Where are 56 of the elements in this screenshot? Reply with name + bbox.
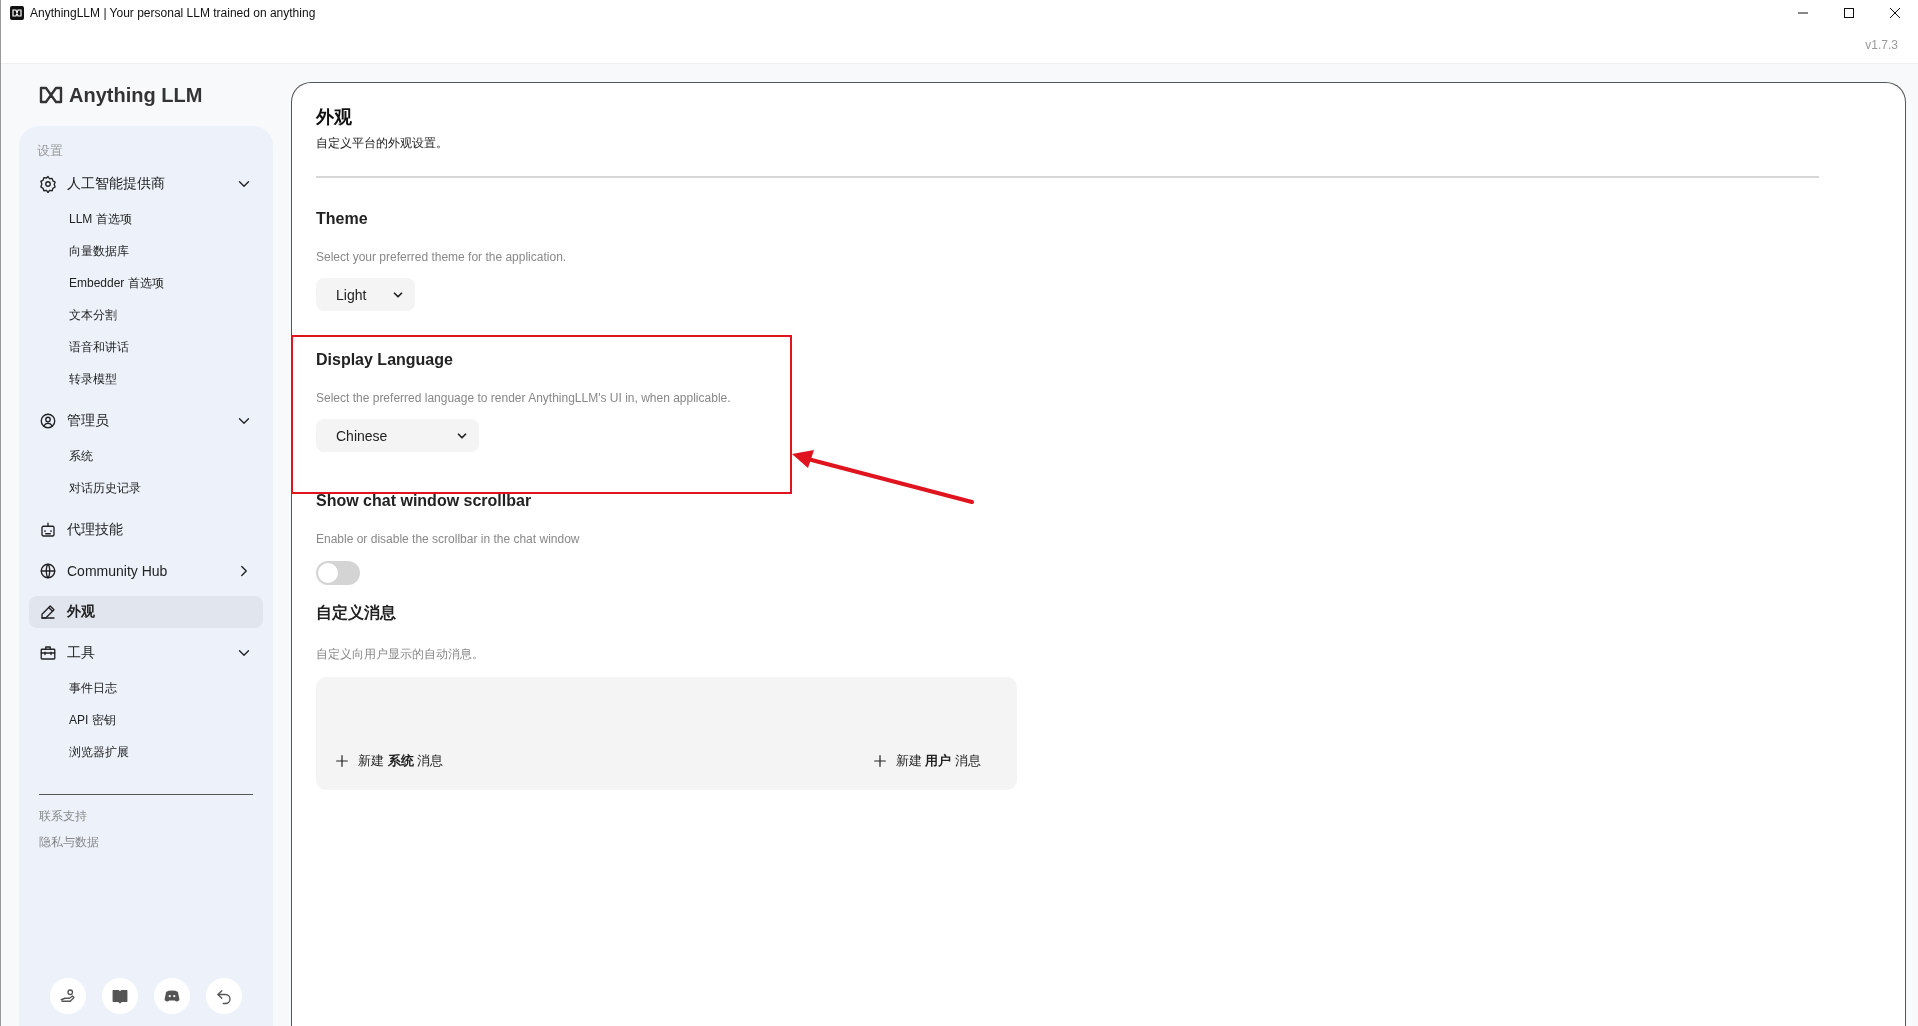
briefcase-icon	[39, 644, 57, 662]
new-message-button[interactable]: 新建 用户 消息	[871, 752, 981, 770]
undo-arrow-icon	[215, 987, 233, 1005]
setting-description: 自定义向用户显示的自动消息。	[316, 646, 485, 663]
community-button[interactable]	[154, 978, 190, 1014]
book-icon	[111, 987, 129, 1005]
toggle-switch[interactable]	[316, 561, 360, 585]
dropdown[interactable]: Light	[316, 278, 415, 311]
docs-button[interactable]	[102, 978, 138, 1014]
sidebar-subitem[interactable]: 语音和讲话	[29, 331, 263, 363]
sidebar-subitem[interactable]: API 密钥	[29, 704, 263, 736]
sidebar-subitem[interactable]: 转录模型	[29, 363, 263, 395]
user-icon	[39, 412, 57, 430]
version-label: v1.7.3	[1865, 37, 1898, 52]
sidebar-subitem[interactable]: 系统	[29, 440, 263, 472]
sidebar-item[interactable]: 管理员	[29, 405, 263, 437]
game-controller-icon	[163, 987, 181, 1005]
pencil-icon	[39, 603, 57, 621]
setting-description: Enable or disable the scrollbar in the chat window	[316, 532, 581, 546]
support-button[interactable]	[50, 978, 86, 1014]
sidebar-subitem[interactable]: 文本分割	[29, 299, 263, 331]
logo-icon	[39, 86, 63, 104]
sidebar-item[interactable]: 人工智能提供商	[29, 168, 263, 200]
maximize-icon	[1843, 7, 1855, 19]
sidebar-subitem[interactable]: 浏览器扩展	[29, 736, 263, 768]
setting-title: 自定义消息	[316, 603, 397, 623]
setting-title: Show chat window scrollbar	[316, 492, 533, 510]
setting-description: Select your preferred theme for the application.	[316, 250, 568, 264]
plus-icon	[334, 753, 350, 769]
setting-title: Theme	[316, 210, 369, 228]
plus-icon	[871, 753, 888, 769]
sidebar-item[interactable]: 外观	[29, 596, 263, 628]
hand-person-icon	[59, 987, 77, 1005]
section-label: 设置	[36, 142, 64, 160]
new-message-button[interactable]: 新建 系统 消息	[334, 752, 444, 770]
setting-description: Select the preferred language to render AnythingLLM's UI in, when applicable.	[316, 391, 732, 405]
sidebar-subitem[interactable]: Embedder 首选项	[29, 267, 263, 299]
page-subtitle: 自定义平台的外观设置。	[316, 135, 449, 152]
page-title: 外观	[316, 106, 353, 129]
dropdown[interactable]: Chinese	[316, 419, 479, 452]
sidebar-subitem[interactable]: LLM 首选项	[29, 203, 263, 235]
setting-title: Display Language	[316, 351, 454, 369]
back-button[interactable]	[206, 978, 242, 1014]
sidebar-item[interactable]: Community Hub	[29, 555, 263, 587]
sidebar-item[interactable]: 代理技能	[29, 514, 263, 546]
settings-icon	[39, 175, 57, 193]
sidebar-subitem[interactable]: 向量数据库	[29, 235, 263, 267]
logo-text: Anything LLM	[69, 83, 203, 107]
robot-icon	[39, 521, 57, 539]
window-title: AnythingLLM | Your personal LLM trained on anything	[30, 6, 316, 20]
sidebar-subitem[interactable]: 对话历史记录	[29, 472, 263, 504]
app-logo-icon	[10, 6, 24, 20]
globe-icon	[39, 562, 57, 580]
close-icon	[1889, 7, 1901, 19]
sidebar-subitem[interactable]: 事件日志	[29, 672, 263, 704]
sidebar-item[interactable]: 工具	[29, 637, 263, 669]
